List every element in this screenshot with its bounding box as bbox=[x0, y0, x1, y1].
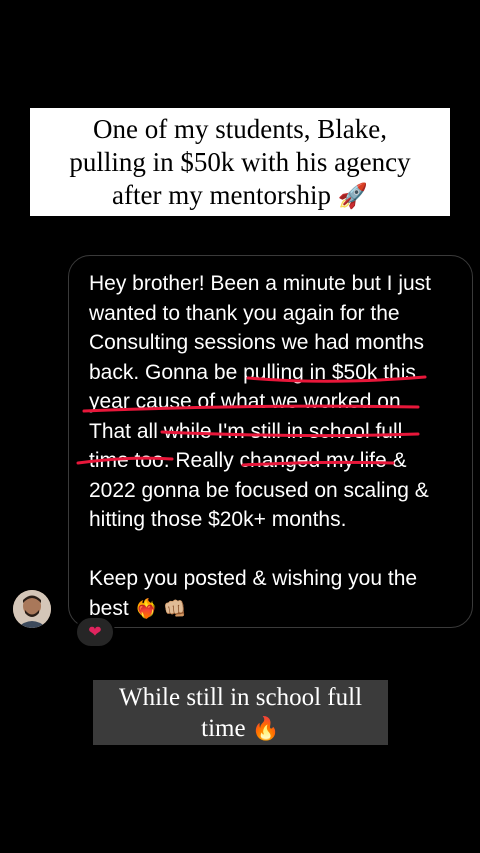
message-line: 2022 gonna be focused on scaling & bbox=[89, 478, 429, 502]
bottom-caption: While still in school full time 🔥 bbox=[93, 680, 388, 745]
avatar[interactable] bbox=[13, 590, 51, 628]
heart-reaction[interactable]: ❤ bbox=[75, 616, 115, 648]
message-bubble[interactable]: Hey brother! Been a minute but I just wa… bbox=[68, 255, 473, 628]
heart-fire-fist-icons: ❤️‍🔥 👊🏼 bbox=[134, 598, 187, 620]
message-line: hitting those $20k+ months. bbox=[89, 508, 347, 531]
message-line: Consulting sessions we had months bbox=[89, 331, 425, 354]
message-line: best ❤️‍🔥 👊🏼 bbox=[89, 596, 187, 620]
message-line: time too. Really changed my life & bbox=[89, 449, 407, 472]
fire-icon: 🔥 bbox=[251, 716, 280, 741]
message-text: Hey brother! Been a minute but I just wa… bbox=[89, 269, 461, 624]
rocket-icon: 🚀 bbox=[337, 183, 368, 210]
message-line: Keep you posted & wishing you the bbox=[89, 567, 418, 590]
profile-photo-icon bbox=[13, 590, 51, 628]
message-line: Hey brother! Been a minute but I just bbox=[89, 272, 432, 295]
message-line: back. Gonna be pulling in $50k this bbox=[89, 360, 416, 384]
top-caption-line-1: One of my students, Blake, bbox=[93, 114, 387, 144]
top-caption-line-3: after my mentorship 🚀 bbox=[112, 180, 368, 210]
bottom-caption-line-1: While still in school full bbox=[118, 684, 363, 711]
message-line: That all while I'm still in school full bbox=[89, 419, 403, 443]
message-line: wanted to thank you again for the bbox=[89, 301, 400, 325]
bottom-caption-line-2: time 🔥 bbox=[201, 715, 280, 742]
message-line: year cause of what we worked on. bbox=[89, 390, 407, 413]
top-caption-line-2: pulling in $50k with his agency bbox=[69, 147, 411, 177]
heart-icon: ❤ bbox=[88, 624, 102, 641]
top-caption: One of my students, Blake, pulling in $5… bbox=[30, 108, 450, 216]
